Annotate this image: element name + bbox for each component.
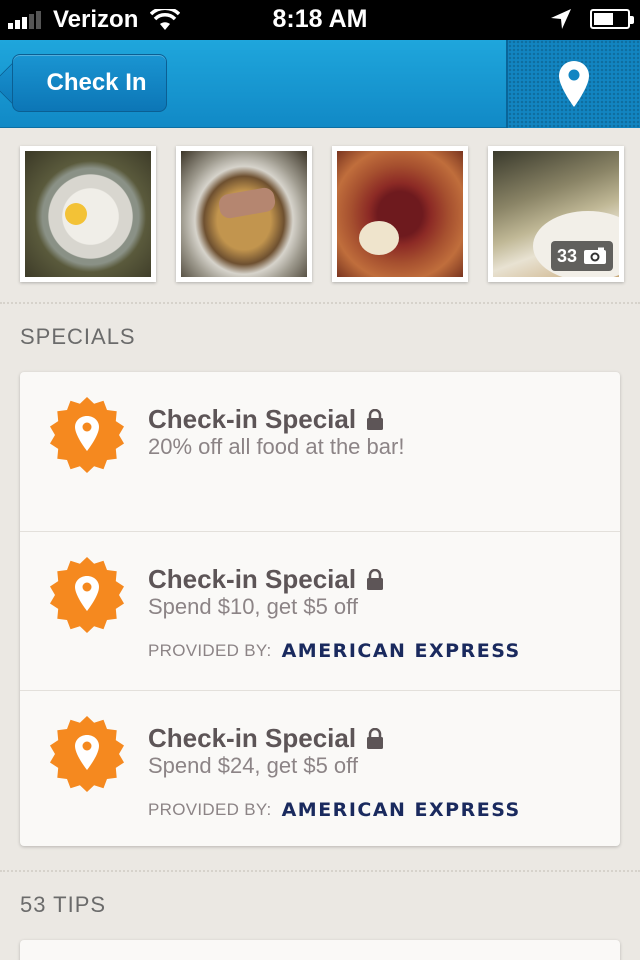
back-button-label: Check In xyxy=(46,69,147,96)
american-express-logo: AMERICAN EXPRESS xyxy=(281,640,521,662)
special-badge-icon xyxy=(50,397,124,473)
food-photo-image: 33 xyxy=(493,151,619,277)
photo-strip: 33 xyxy=(20,146,624,282)
location-arrow-icon xyxy=(551,9,571,29)
special-title-text: Check-in Special xyxy=(148,404,357,434)
tips-section-title: 53 TIPS xyxy=(20,892,107,917)
more-photos-tile[interactable]: 33 xyxy=(488,146,624,282)
check-in-back-button[interactable]: Check In xyxy=(12,54,167,112)
food-photo-image xyxy=(181,151,307,277)
navigation-bar: Check In xyxy=(0,40,640,128)
specials-section-title: SPECIALS xyxy=(20,324,136,349)
tips-card[interactable] xyxy=(20,940,620,960)
venue-photo[interactable] xyxy=(176,146,312,282)
special-description: Spend $10, get $5 off xyxy=(148,594,358,619)
provided-by-label: PROVIDED BY: xyxy=(148,800,272,819)
specials-card: Check-in Special 20% off all food at the… xyxy=(20,372,620,846)
photo-count-value: 33 xyxy=(556,245,577,266)
special-description: Spend $24, get $5 off xyxy=(148,753,358,778)
special-description: 20% off all food at the bar! xyxy=(148,434,405,459)
venue-photo[interactable] xyxy=(332,146,468,282)
provided-by-label: PROVIDED BY: xyxy=(148,641,272,660)
american-express-logo: AMERICAN EXPRESS xyxy=(281,799,521,821)
special-title: Check-in Special xyxy=(148,564,384,595)
lock-icon xyxy=(367,408,384,430)
food-photo-image xyxy=(25,151,151,277)
status-bar: Verizon 8:18 AM xyxy=(0,0,640,40)
photo-count-badge: 33 xyxy=(550,241,613,271)
status-time: 8:18 AM xyxy=(272,5,368,33)
venue-photo[interactable] xyxy=(20,146,156,282)
special-badge-icon xyxy=(50,557,124,633)
lock-icon xyxy=(367,568,384,590)
provider-line: PROVIDED BY: AMERICAN EXPRESS xyxy=(148,799,521,821)
provider-line: PROVIDED BY: AMERICAN EXPRESS xyxy=(148,640,521,662)
special-title-text: Check-in Special xyxy=(148,564,357,594)
battery-icon xyxy=(590,9,634,29)
special-title: Check-in Special xyxy=(148,723,384,754)
map-button[interactable] xyxy=(506,40,640,128)
special-badge-icon xyxy=(50,716,124,792)
special-item[interactable]: Check-in Special Spend $24, get $5 off P… xyxy=(20,690,620,846)
special-item[interactable]: Check-in Special 20% off all food at the… xyxy=(20,372,620,531)
map-pin-icon xyxy=(559,61,589,107)
special-item[interactable]: Check-in Special Spend $10, get $5 off P… xyxy=(20,531,620,690)
section-divider xyxy=(0,870,640,872)
special-title: Check-in Special xyxy=(148,404,384,435)
section-divider xyxy=(0,302,640,304)
special-title-text: Check-in Special xyxy=(148,723,357,753)
lock-icon xyxy=(367,727,384,749)
food-photo-image xyxy=(337,151,463,277)
camera-icon xyxy=(584,247,606,264)
